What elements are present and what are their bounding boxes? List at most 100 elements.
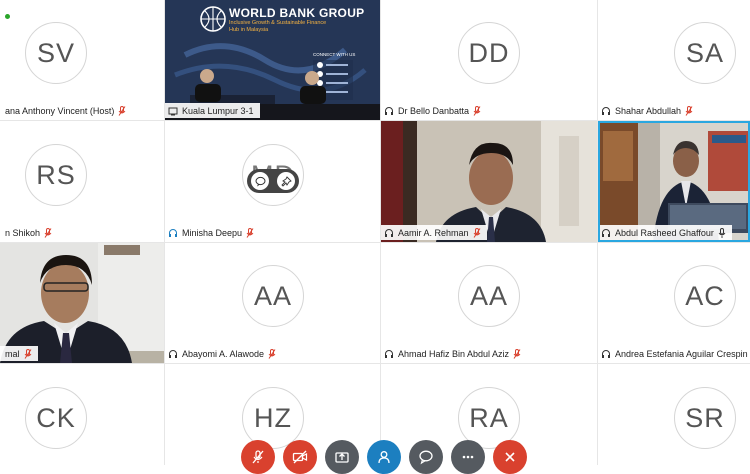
- avatar-initials: RS: [25, 144, 87, 206]
- participant-name-bar: Dr Bello Danbatta: [381, 103, 488, 118]
- pin-icon: [280, 175, 292, 187]
- meeting-toolbar: [241, 440, 527, 474]
- mic-muted-icon: [473, 105, 481, 116]
- participant-video: [598, 121, 750, 242]
- avatar-initials: SA: [674, 22, 736, 84]
- avatar-initials: AA: [458, 265, 520, 327]
- online-indicator: [5, 14, 10, 19]
- participant-tile[interactable]: AC Andrea Estefania Aguilar Crespin: [598, 243, 750, 363]
- participant-tile[interactable]: MD Minisha Deepu: [165, 121, 380, 242]
- participant-tile-video[interactable]: mal: [0, 243, 164, 363]
- chat-icon: [419, 450, 433, 465]
- participant-name: Abayomi A. Alawode: [182, 348, 265, 359]
- grid-divider: [0, 120, 750, 121]
- mic-muted-icon: [44, 227, 52, 238]
- avatar-initials: AA: [242, 265, 304, 327]
- grid-divider: [0, 363, 750, 364]
- banner-subtitle-2: Hub in Malaysia: [229, 27, 269, 33]
- banner-subtitle: Inclusive Growth & Sustainable Finance: [229, 20, 327, 26]
- mute-button[interactable]: [241, 440, 275, 474]
- participant-name: n Shikoh: [5, 227, 41, 238]
- mic-muted-icon: [24, 348, 31, 359]
- headset-icon: [169, 228, 177, 237]
- avatar-initials: DD: [458, 22, 520, 84]
- mic-muted-icon: [513, 348, 521, 359]
- share-icon: [335, 452, 349, 463]
- participant-name: Dr Bello Danbatta: [398, 105, 470, 116]
- participant-name: Abdul Rasheed Ghaffour: [615, 227, 714, 238]
- leave-button[interactable]: [493, 440, 527, 474]
- participant-name-bar: mal: [0, 346, 38, 361]
- participant-tile[interactable]: RS n Shikoh: [0, 121, 164, 242]
- room-system-icon: [168, 107, 178, 115]
- headphones-icon: [385, 228, 393, 237]
- mic-muted-icon: [268, 348, 276, 359]
- participant-tile[interactable]: AA Ahmad Hafiz Bin Abdul Aziz: [381, 243, 597, 363]
- participant-name-bar: Andrea Estefania Aguilar Crespin: [598, 346, 750, 361]
- headphones-icon: [602, 228, 610, 237]
- headphones-icon: [169, 349, 177, 358]
- share-button[interactable]: [325, 440, 359, 474]
- participant-name: Aamir A. Rehman: [398, 227, 469, 238]
- participant-video: [381, 121, 597, 242]
- participant-name-bar: Minisha Deepu: [165, 225, 261, 240]
- participant-tile[interactable]: CK: [0, 364, 164, 465]
- more-icon: [462, 455, 474, 459]
- participant-name-bar: Abdul Rasheed Ghaffour: [598, 225, 732, 240]
- participant-name-bar: Abayomi A. Alawode: [165, 346, 283, 361]
- participant-tile-video-active[interactable]: Abdul Rasheed Ghaffour: [598, 121, 750, 242]
- grid-divider: [0, 242, 750, 243]
- mic-muted-icon: [473, 227, 480, 238]
- participant-name-bar: ana Anthony Vincent (Host): [0, 103, 133, 118]
- headphones-icon: [602, 349, 610, 358]
- avatar-initials: SV: [25, 22, 87, 84]
- participants-icon: [378, 451, 390, 464]
- chat-button[interactable]: [409, 440, 443, 474]
- mic-muted-icon: [252, 450, 264, 464]
- headphones-icon: [602, 106, 610, 115]
- banner-connect: CONNECT WITH US: [313, 52, 356, 57]
- video-off-icon: [292, 450, 308, 464]
- participant-name-bar: Kuala Lumpur 3-1: [165, 103, 260, 118]
- participant-name: Andrea Estefania Aguilar Crespin: [615, 348, 748, 359]
- participant-name: mal: [5, 348, 20, 359]
- mic-muted-icon: [685, 105, 693, 116]
- video-button[interactable]: [283, 440, 317, 474]
- participants-button[interactable]: [367, 440, 401, 474]
- pin-control-button[interactable]: [277, 172, 295, 190]
- avatar-initials: CK: [25, 387, 87, 449]
- banner-title: WORLD BANK GROUP: [229, 6, 365, 20]
- mic-muted-icon: [246, 227, 254, 238]
- participant-tile[interactable]: SA Shahar Abdullah: [598, 0, 750, 120]
- mic-muted-icon: [118, 105, 126, 116]
- participant-name-bar: n Shikoh: [0, 225, 59, 240]
- grid-divider: [164, 0, 165, 465]
- grid-divider: [380, 0, 381, 465]
- participant-name-bar: Shahar Abdullah: [598, 103, 700, 118]
- participant-tile[interactable]: SV ana Anthony Vincent (Host): [0, 0, 164, 120]
- audio-control-button[interactable]: [251, 172, 269, 190]
- participant-tile[interactable]: AA Abayomi A. Alawode: [165, 243, 380, 363]
- participant-name-bar: Aamir A. Rehman: [381, 225, 487, 240]
- participant-name: Shahar Abdullah: [615, 105, 682, 116]
- participant-name: Ahmad Hafiz Bin Abdul Aziz: [398, 348, 510, 359]
- participant-name: Kuala Lumpur 3-1: [182, 105, 254, 116]
- participant-tile[interactable]: SR: [598, 364, 750, 465]
- headphones-icon: [385, 106, 393, 115]
- participant-name: ana Anthony Vincent (Host): [5, 105, 115, 116]
- avatar-initials: AC: [674, 265, 736, 327]
- headphones-icon: [385, 349, 393, 358]
- video-grid: SV ana Anthony Vincent (Host) WORLD BANK…: [0, 0, 750, 465]
- participant-name: Minisha Deepu: [182, 227, 243, 238]
- tile-hover-controls: [247, 169, 299, 193]
- avatar-initials: SR: [674, 387, 736, 449]
- more-button[interactable]: [451, 440, 485, 474]
- close-icon: [505, 452, 515, 462]
- grid-divider: [597, 0, 598, 465]
- speech-icon: [255, 176, 265, 186]
- participant-tile-video[interactable]: WORLD BANK GROUP Inclusive Growth & Sust…: [165, 0, 380, 120]
- participant-tile[interactable]: DD Dr Bello Danbatta: [381, 0, 597, 120]
- mic-on-icon: [718, 227, 726, 238]
- participant-tile-video[interactable]: Aamir A. Rehman: [381, 121, 597, 242]
- participant-video: [0, 243, 164, 363]
